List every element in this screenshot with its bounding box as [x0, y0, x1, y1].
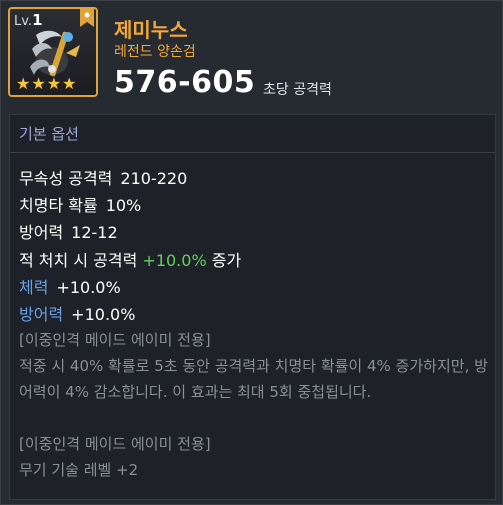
attack-label: 초당 공격력: [263, 82, 332, 98]
stat-row-defense: 방어력 12-12: [19, 219, 118, 243]
kill-bonus-value: +10.0%: [142, 251, 207, 270]
bonus-row-hp: 체력 +10.0%: [19, 274, 121, 298]
stat-label: 무속성 공격력: [19, 169, 113, 188]
section-title: 기본 옵션: [19, 125, 79, 143]
exclusive-desc-2: 무기 기술 레벨 +2: [19, 461, 139, 479]
section-divider: [10, 152, 495, 153]
kill-bonus-row: 적 처치 시 공격력 +10.0% 증가: [19, 247, 241, 271]
stat-value: 210-220: [120, 169, 188, 188]
attack-range: 576-605: [114, 65, 256, 100]
item-tooltip: Lv.1 ★★★★ 제미누스 레전드 양손검 576-605 초당 공격력: [0, 0, 503, 505]
star-icon: ★: [16, 74, 31, 93]
kill-bonus-prefix: 적 처치 시 공격력: [19, 251, 138, 270]
star-icon: ★: [46, 74, 62, 93]
bonus-row-defense: 방어력 +10.0%: [19, 301, 135, 325]
stat-row-crit-chance: 치명타 확률 10%: [19, 192, 141, 216]
bonus-label: 체력: [19, 278, 49, 297]
stat-value: 12-12: [71, 223, 118, 242]
exclusive-tag-1: [이중인격 메이드 에이미 전용]: [19, 331, 211, 349]
bonus-label: 방어력: [19, 305, 64, 324]
exclusive-tag-2: [이중인격 메이드 에이미 전용]: [19, 435, 211, 453]
item-grade: 레전드 양손검: [114, 44, 196, 60]
stat-row-element-attack: 무속성 공격력 210-220: [19, 165, 187, 189]
item-name: 제미누스: [114, 18, 188, 42]
stat-label: 치명타 확률: [19, 196, 98, 215]
star-icon: ★: [62, 74, 77, 93]
stat-value: 10%: [105, 196, 142, 215]
item-header: Lv.1 ★ ★ ★ ★ 제미누스 레전드 양손검 576-605 초당 공격력: [1, 1, 503, 111]
kill-bonus-suffix: 증가: [211, 251, 242, 270]
base-options-section: 기본 옵션 무속성 공격력 210-220 치명타 확률 10% 방어력 12-12 …: [9, 114, 496, 500]
stat-label: 방어력: [19, 223, 64, 242]
star-rating: ★ ★ ★ ★: [16, 76, 76, 92]
bonus-value: +10.0%: [71, 305, 136, 324]
star-icon: ★: [31, 74, 46, 93]
item-icon-frame[interactable]: Lv.1 ★ ★ ★ ★: [8, 7, 98, 97]
bonus-value: +10.0%: [56, 278, 121, 297]
exclusive-desc-1: 적중 시 40% 확률로 5초 동안 공격력과 치명타 확률이 4% 증가하지만…: [19, 357, 488, 401]
